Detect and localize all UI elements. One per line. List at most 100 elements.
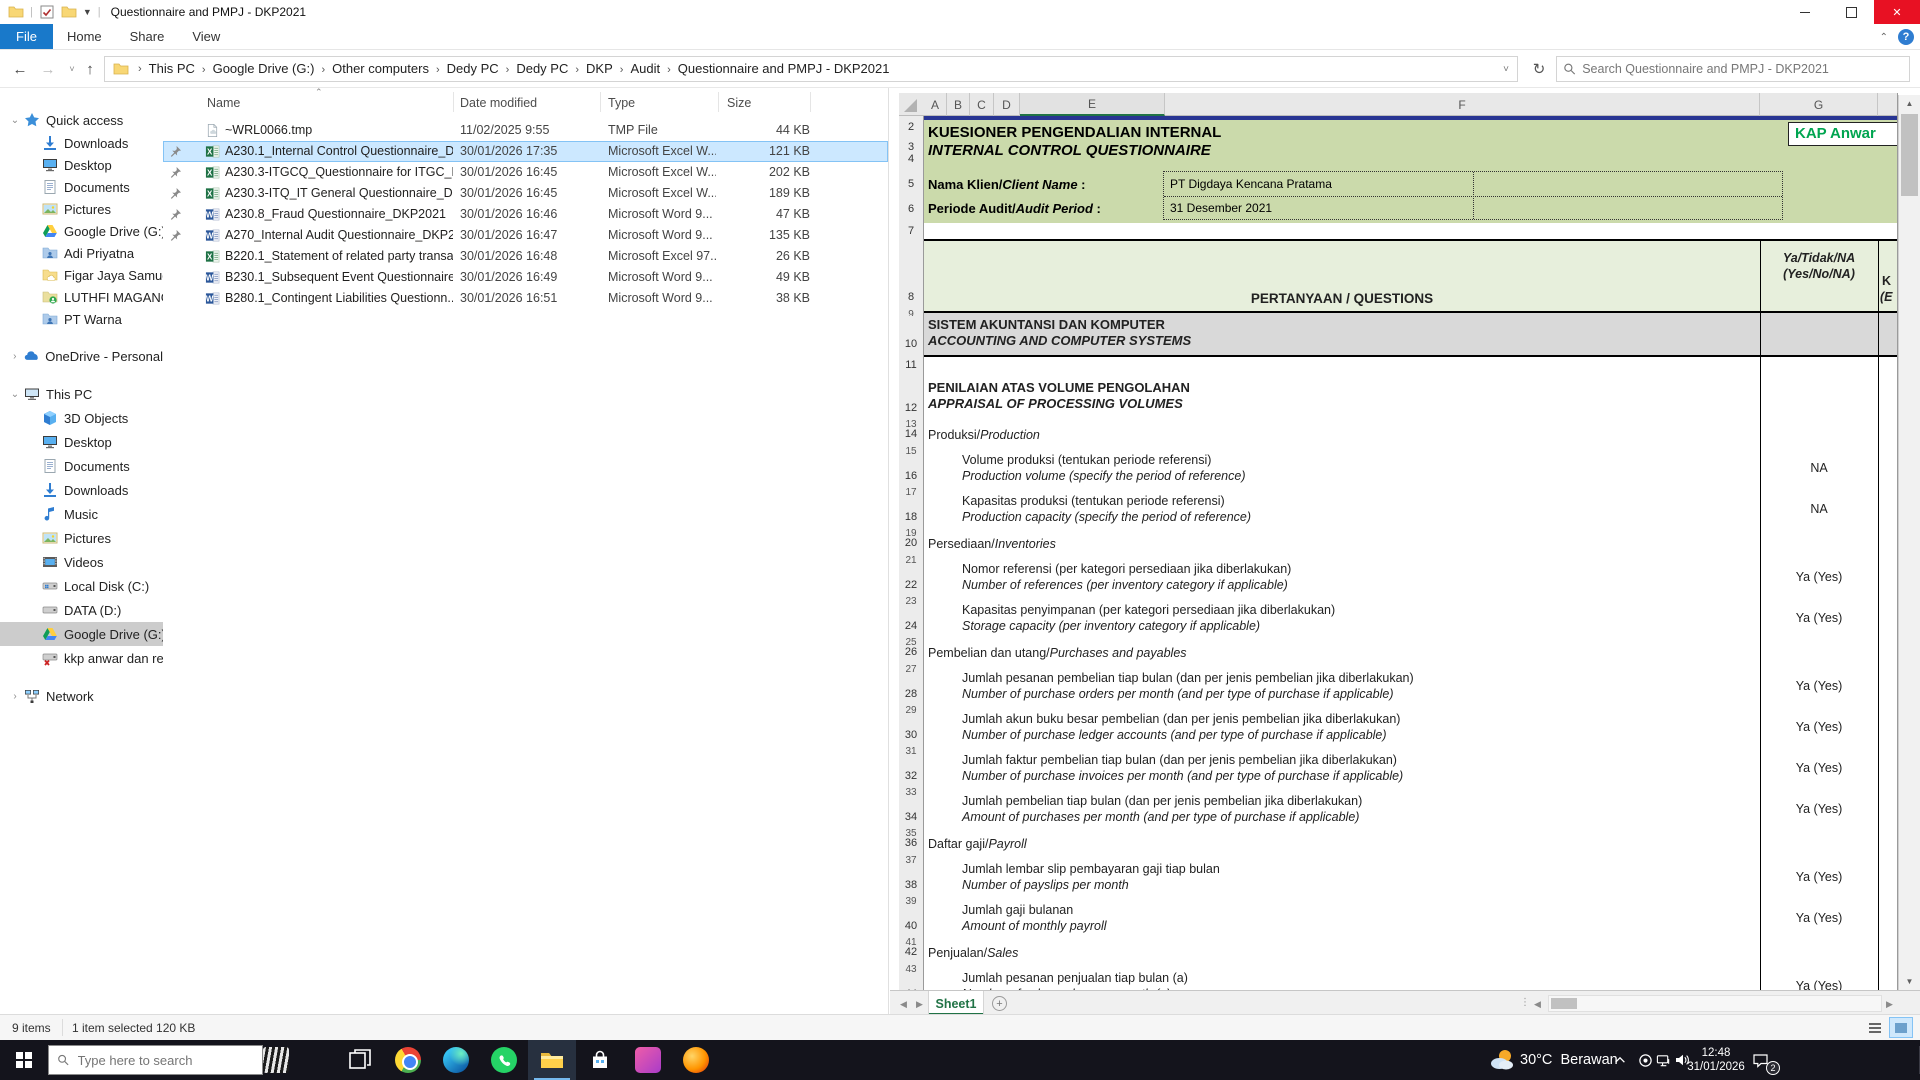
chevron-right-icon[interactable]: › [8,351,22,362]
breadcrumb-item-audit[interactable]: Audit [628,61,662,76]
sheet-row-number[interactable]: 28 [899,688,923,700]
sheet-row-number[interactable]: 22 [899,579,923,591]
breadcrumb-separator[interactable]: › [570,64,584,76]
sheet-row-32[interactable]: 3233Jumlah faktur pembelian tiap bulan (… [899,750,1898,791]
file-row-b280-1-contingent-liabilities-questionn[interactable]: WB280.1_Contingent Liabilities Questionn… [163,288,888,309]
scrollbar-splitter[interactable]: ⋮ [1520,997,1531,1008]
file-row-a230-1-internal-control-questionnaire-d[interactable]: XA230.1_Internal Control Questionnaire_D… [163,141,888,162]
chevron-down-icon[interactable]: ▼ [83,7,92,17]
start-button[interactable] [0,1040,48,1080]
breadcrumb-separator[interactable]: › [431,64,445,76]
sheet-row-42[interactable]: 4243Penjualan/Sales [899,941,1898,968]
sheet-row-number[interactable]: 18 [899,511,923,523]
address-bar[interactable]: › This PC›Google Drive (G:)›Other comput… [104,56,1518,82]
up-button[interactable]: ↑ [78,57,102,81]
sheet-column-E[interactable]: E [1020,93,1165,116]
sheet-horizontal-scrollbar[interactable] [1548,995,1882,1012]
sidebar-item-adi-priyatna[interactable]: Adi Priyatna [0,242,163,264]
breadcrumb-separator[interactable]: › [662,64,676,76]
sheet-column-A[interactable]: A [924,93,947,116]
file-row-b220-1-statement-of-related-party-transac[interactable]: XB220.1_Statement of related party trans… [163,246,888,267]
sidebar-item-documents[interactable]: Documents [0,176,163,198]
add-sheet-button[interactable]: + [992,996,1007,1011]
sheet-row-number[interactable]: 10 [899,338,923,350]
expand-ribbon-icon[interactable]: ⌃ [1880,32,1888,43]
chevron-down-icon[interactable]: ⌄ [8,115,22,126]
sidebar-item-google-drive-g[interactable]: Google Drive (G:) [0,622,163,646]
sheet-row-number[interactable]: 20 [899,537,923,549]
breadcrumb-item-other-computers[interactable]: Other computers [330,61,431,76]
sheet-row-24[interactable]: 2425Kapasitas penyimpanan (per kategori … [899,600,1898,641]
refresh-button[interactable]: ↻ [1526,56,1552,82]
sheet-nav-left-icon[interactable]: ◀ [900,999,907,1010]
details-view-button[interactable] [1864,1018,1886,1037]
scrollbar-thumb[interactable] [1901,114,1918,196]
taskbar-store-button[interactable] [576,1040,624,1080]
taskbar-firefox-button[interactable] [672,1040,720,1080]
sheet-row-number[interactable]: 30 [899,729,923,741]
taskbar-edge-button[interactable] [432,1040,480,1080]
sheet-row-number[interactable]: 38 [899,879,923,891]
sheet-row-number[interactable]: 32 [899,770,923,782]
sheet-row-number[interactable]: 6 [899,203,923,215]
menu-view[interactable]: View [178,24,234,49]
sheet-row-11[interactable]: 11 [899,357,1898,377]
sidebar-section-network[interactable]: ›Network [0,684,163,708]
column-header-type[interactable]: Type [608,96,635,110]
taskbar-whatsapp-button[interactable] [480,1040,528,1080]
column-header-date[interactable]: Date modified [460,96,537,110]
column-header-size[interactable]: Size [727,96,751,110]
sidebar-item-kkp-anwar-dan-rekan-1[interactable]: kkp anwar dan rekan (\\1 [0,646,163,670]
file-row-a230-8-fraud-questionnaire-dkp2021[interactable]: WA230.8_Fraud Questionnaire_DKP202130/01… [163,204,888,225]
breadcrumb-separator[interactable]: › [615,64,629,76]
sheet-row-34[interactable]: 3435Jumlah pembelian tiap bulan (dan per… [899,791,1898,832]
sheet-row-36[interactable]: 3637Daftar gaji/Payroll [899,832,1898,859]
breadcrumb-item-questionnaire-and-pmpj-dkp2021[interactable]: Questionnaire and PMPJ - DKP2021 [676,61,892,76]
breadcrumb-item-dedy-pc[interactable]: Dedy PC [445,61,501,76]
sidebar-item-data-d[interactable]: DATA (D:) [0,598,163,622]
file-row-a230-3-itq-it-general-questionnaire-dk[interactable]: XA230.3-ITQ_IT General Questionnaire_DK.… [163,183,888,204]
sidebar-item-downloads[interactable]: Downloads [0,132,163,154]
chevron-right-icon[interactable]: › [8,691,22,702]
taskbar-chrome-button[interactable] [384,1040,432,1080]
breadcrumb-item-google-drive-g[interactable]: Google Drive (G:) [211,61,317,76]
sheet-row-20[interactable]: 2021Persediaan/Inventories [899,532,1898,559]
scroll-left-icon[interactable]: ◀ [1534,999,1541,1010]
sidebar-item-downloads[interactable]: Downloads [0,478,163,502]
taskbar-search[interactable] [48,1045,263,1075]
breadcrumb-separator[interactable]: › [316,64,330,76]
file-row-b230-1-subsequent-event-questionnaire[interactable]: WB230.1_Subsequent Event Questionnaire_.… [163,267,888,288]
taskbar-zebra-photo-button[interactable] [252,1040,300,1080]
sheet-row-40[interactable]: 4041Jumlah gaji bulananAmount of monthly… [899,900,1898,941]
sheet-row-28[interactable]: 2829Jumlah pesanan pembelian tiap bulan … [899,668,1898,709]
checkmark-icon[interactable] [39,4,55,20]
menu-home[interactable]: Home [53,24,116,49]
sheet-vertical-scrollbar[interactable]: ▲ ▼ [1898,95,1920,990]
sidebar-item-google-drive-g[interactable]: Google Drive (G:) [0,220,163,242]
sheet-row-22[interactable]: 2223Nomor referensi (per kategori persed… [899,559,1898,600]
sheet-row-38[interactable]: 3839Jumlah lembar slip pembayaran gaji t… [899,859,1898,900]
breadcrumb-item-dkp[interactable]: DKP [584,61,615,76]
sheet-row-30[interactable]: 3031Jumlah akun buku besar pembelian (da… [899,709,1898,750]
sheet-row-number[interactable]: 9 [899,309,923,316]
sheet-column-G[interactable]: G [1760,93,1878,116]
forward-button[interactable]: → [36,57,60,81]
sheet-row-26[interactable]: 2627Pembelian dan utang/Purchases and pa… [899,641,1898,668]
sidebar-item-3d-objects[interactable]: 3D Objects [0,406,163,430]
help-button[interactable]: ? [1898,29,1914,45]
scrollbar-thumb[interactable] [1551,998,1577,1009]
minimize-button[interactable] [1782,0,1828,24]
taskbar-clock[interactable]: 12:4831/01/2026 [1690,1040,1742,1080]
menu-file[interactable]: File [0,24,53,49]
sidebar-section-this-pc[interactable]: ⌄This PC [0,382,163,406]
sheet-row-16[interactable]: 1617Volume produksi (tentukan periode re… [899,450,1898,491]
scroll-right-icon[interactable]: ▶ [1886,999,1893,1010]
sheet-row-number[interactable]: 11 [899,359,923,371]
sheet-column-C[interactable]: C [970,93,994,116]
breadcrumb-separator[interactable]: › [197,64,211,76]
search-input[interactable] [1582,62,1903,76]
thumbnail-view-button[interactable] [1890,1018,1912,1037]
weather-icon[interactable] [1487,1040,1517,1080]
folder-icon[interactable] [61,4,77,20]
menu-share[interactable]: Share [116,24,179,49]
